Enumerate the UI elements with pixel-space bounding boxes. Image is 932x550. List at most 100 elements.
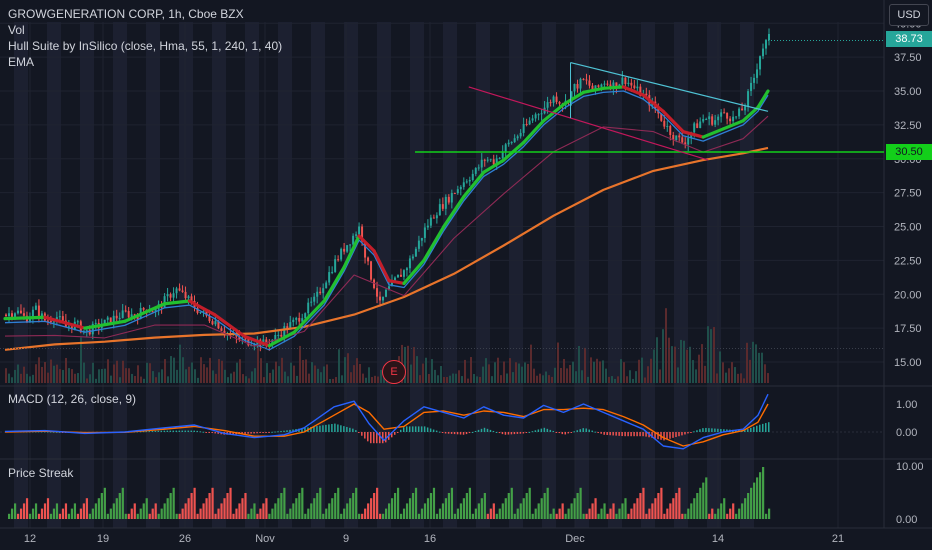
macd-histogram-bar (639, 432, 641, 437)
candle-body (699, 121, 702, 128)
candle-body (244, 338, 247, 340)
volume-bar (287, 376, 289, 383)
earnings-badge[interactable]: E (382, 360, 406, 384)
streak-bar (585, 513, 588, 519)
volume-bar (218, 359, 220, 383)
volume-bar (707, 326, 709, 383)
macd-histogram-bar (429, 428, 432, 432)
streak-bar (552, 508, 555, 519)
macd-histogram-bar (513, 432, 516, 435)
macd-histogram-bar (414, 426, 417, 432)
volume-bar (674, 346, 676, 383)
volume-bar (506, 373, 508, 383)
volume-bar (515, 362, 517, 383)
streak-bar (253, 503, 256, 519)
volume-bar (182, 357, 184, 383)
volume-bar (188, 366, 190, 383)
volume-bar (683, 340, 685, 383)
session-shade (80, 22, 94, 528)
macd-pane-label[interactable]: MACD (12, 26, close, 9) (8, 392, 136, 406)
candle-body (31, 309, 34, 318)
candle-body (432, 217, 435, 219)
candle-body (504, 144, 507, 152)
macd-histogram-bar (181, 430, 184, 432)
candle-body (355, 234, 358, 236)
symbol-title[interactable]: GROWGENERATION CORP, 1h, Cboe BZX (8, 6, 282, 22)
volume-bar (635, 371, 637, 383)
streak-bar (61, 508, 65, 519)
streak-bar (100, 493, 103, 519)
volume-bar (728, 368, 730, 383)
macd-histogram-bar (432, 429, 435, 432)
volume-bar (47, 372, 49, 383)
candle-body (166, 294, 169, 297)
volume-bar (128, 368, 130, 383)
price-tick-label: 35.00 (894, 86, 922, 98)
streak-bar (175, 513, 178, 519)
candle-body (702, 119, 705, 122)
candle-body (319, 291, 322, 294)
streak-bar (663, 513, 666, 519)
macd-histogram-bar (274, 431, 276, 433)
candle-body (735, 116, 738, 118)
volume-bar (131, 373, 133, 383)
streak-bar (450, 487, 454, 519)
streak-bar (76, 513, 80, 519)
price-streak-pane-label[interactable]: Price Streak (8, 466, 73, 480)
streak-bar (480, 498, 483, 519)
streak-bar (471, 513, 474, 519)
volume-bar (764, 364, 766, 383)
volume-bar (338, 349, 340, 383)
candle-body (738, 108, 741, 117)
macd-histogram-bar (250, 432, 252, 434)
macd-histogram-bar (546, 428, 549, 432)
chart-canvas[interactable]: 40.0037.5035.0032.5030.0027.5025.0022.50… (0, 0, 932, 550)
streak-bar (208, 493, 211, 519)
macd-histogram-bar (328, 424, 330, 432)
volume-bar (371, 377, 373, 383)
candle-body (181, 290, 184, 292)
macd-histogram-bar (498, 432, 501, 434)
volume-indicator-label[interactable]: Vol (8, 22, 282, 38)
candle-body (516, 136, 519, 139)
streak-bar (744, 498, 747, 519)
streak-bar (373, 493, 376, 519)
hull-suite-indicator-label[interactable]: Hull Suite by InSilico (close, Hma, 55, … (8, 38, 282, 54)
volume-bar (71, 369, 73, 383)
streak-bar (298, 493, 301, 519)
streak-bar (268, 513, 271, 519)
streak-bar (543, 493, 546, 519)
currency-selector-button[interactable]: USD (889, 4, 929, 26)
volume-bar (176, 369, 178, 383)
streak-bar (121, 487, 124, 519)
macd-histogram-bar (567, 432, 570, 434)
ema-indicator-label[interactable]: EMA (8, 54, 282, 70)
candle-body (393, 277, 396, 281)
macd-histogram-bar (444, 432, 447, 434)
time-tick-label: 16 (424, 533, 436, 545)
volume-bar (422, 363, 424, 383)
volume-bar (29, 376, 31, 383)
volume-bar (572, 361, 574, 383)
macd-histogram-bar (190, 430, 193, 432)
candle-body (633, 85, 636, 89)
candle-body (420, 237, 423, 241)
macd-histogram-bar (510, 432, 513, 435)
volume-bar (500, 375, 502, 383)
streak-bar (513, 513, 516, 519)
volume-bar (692, 360, 694, 383)
session-shade (14, 22, 28, 528)
candle-body (531, 118, 534, 121)
macd-histogram-bar (468, 432, 471, 434)
candle-body (666, 126, 669, 128)
streak-bar (328, 503, 331, 519)
volume-bar (725, 372, 727, 383)
macd-histogram-bar (591, 430, 593, 432)
streak-bar (127, 513, 130, 519)
macd-histogram-bar (615, 432, 617, 436)
candle-body (367, 257, 370, 262)
candle-body (474, 168, 477, 174)
macd-histogram-bar (477, 429, 480, 432)
macd-histogram-bar (471, 432, 474, 433)
volume-bar (410, 364, 412, 383)
